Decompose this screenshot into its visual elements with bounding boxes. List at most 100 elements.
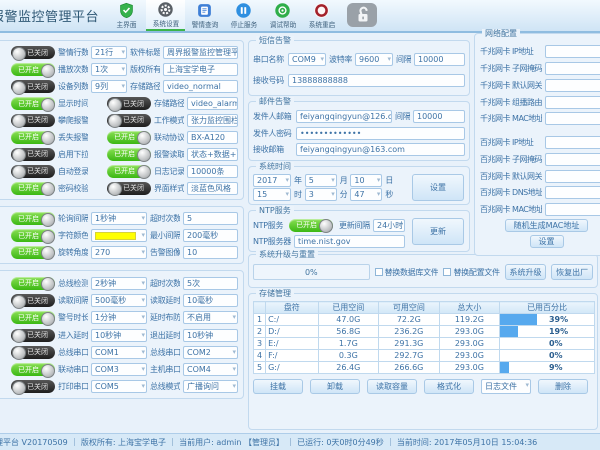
row-enable-toggle[interactable]: 已开启 [11, 311, 55, 324]
toggle-switch[interactable]: 已关闭 [107, 114, 151, 127]
value-combo[interactable]: 1次▾ [91, 63, 127, 76]
row-enable-toggle[interactable]: 已开启 [11, 229, 55, 242]
row-enable-toggle[interactable]: 已关闭 [11, 165, 55, 178]
unlock-icon[interactable] [347, 3, 377, 29]
network-input[interactable] [545, 136, 600, 149]
ntp-update-button[interactable]: 更新 [412, 218, 464, 245]
network-input[interactable] [545, 203, 600, 216]
row-enable-toggle[interactable]: 已关闭 [11, 346, 55, 359]
replace-db-checkbox[interactable]: 替换数据库文件 [375, 267, 439, 278]
read-capacity-button[interactable]: 读取容量 [367, 379, 417, 394]
toggle-switch[interactable]: 已关闭 [107, 97, 151, 110]
factory-reset-button[interactable]: 恢复出厂 [551, 264, 593, 280]
network-set-button[interactable]: 设置 [530, 235, 564, 248]
mount-button[interactable]: 挂载 [253, 379, 303, 394]
network-input[interactable] [545, 96, 600, 109]
value-combo[interactable]: 2秒钟▾ [91, 277, 147, 290]
file-type-combo[interactable]: 日志文件▾ [481, 379, 531, 394]
network-input[interactable] [545, 186, 600, 199]
serial-port-combo[interactable]: COM9▾ [288, 53, 326, 66]
value-input[interactable]: video_alarm [187, 97, 238, 110]
set-time-button[interactable]: 设置 [412, 174, 464, 201]
row-enable-toggle[interactable]: 已开启 [11, 246, 55, 259]
nav-item-5[interactable]: 调试帮助 [263, 0, 302, 31]
random-mac-button[interactable]: 随机生成MAC地址 [505, 219, 589, 232]
value-combo[interactable]: 21行▾ [91, 46, 127, 59]
value-combo[interactable]: COM5▾ [91, 380, 147, 393]
value-input[interactable]: 周界报警监控管理平台 [163, 46, 238, 59]
nav-item-3[interactable]: 警情查询 [185, 0, 224, 31]
sender-pwd-input[interactable]: ••••••••••••• [296, 127, 465, 140]
row-enable-toggle[interactable]: 已关闭 [11, 46, 55, 59]
system-upgrade-button[interactable]: 系统升级 [505, 264, 547, 280]
recv-number-input[interactable]: 13888888888 [288, 74, 465, 87]
value-input[interactable]: 淡蓝色风格 [187, 182, 238, 195]
value-input[interactable]: BX-A120 [187, 131, 238, 144]
value-combo[interactable]: COM3▾ [91, 363, 147, 376]
row-enable-toggle[interactable]: 已开启 [11, 63, 55, 76]
toggle-switch[interactable]: 已开启 [107, 131, 151, 144]
network-input[interactable] [545, 45, 600, 58]
value-combo[interactable]: COM4▾ [183, 363, 238, 376]
value-combo[interactable]: COM2▾ [183, 346, 238, 359]
row-enable-toggle[interactable]: 已开启 [11, 182, 55, 195]
value-input[interactable]: 张力监控围栏 [187, 114, 238, 127]
baud-combo[interactable]: 9600▾ [355, 53, 393, 66]
update-interval-combo[interactable]: 24小时▾ [373, 219, 405, 232]
nav-item-1[interactable]: 主界面 [107, 0, 146, 31]
toggle-switch[interactable]: 已开启 [107, 148, 151, 161]
value-combo[interactable]: 500毫秒▾ [91, 294, 147, 307]
toggle-switch[interactable]: 已开启 [107, 165, 151, 178]
nav-item-2[interactable]: 系统设置 [146, 0, 185, 31]
value-input[interactable]: 10 [183, 246, 238, 259]
hour-combo[interactable]: 15▾ [253, 188, 291, 201]
unmount-button[interactable]: 卸载 [310, 379, 360, 394]
recv-email-input[interactable]: feiyangqingyun@163.com [296, 143, 465, 156]
value-combo[interactable]: 1分钟▾ [91, 311, 147, 324]
row-enable-toggle[interactable]: 已关闭 [11, 148, 55, 161]
ntp-server-input[interactable]: time.nist.gov [294, 235, 405, 248]
replace-config-checkbox[interactable]: 替换配置文件 [443, 267, 499, 278]
row-enable-toggle[interactable]: 已关闭 [11, 380, 55, 393]
value-combo[interactable]: 9列▾ [91, 80, 127, 93]
value-combo[interactable]: 10秒钟▾ [91, 329, 147, 342]
value-combo[interactable]: 不启用▾ [183, 311, 238, 324]
network-input[interactable] [545, 62, 600, 75]
value-input[interactable]: 10秒钟 [183, 329, 238, 342]
sms-interval-input[interactable]: 10000 [414, 53, 465, 66]
network-input[interactable] [545, 153, 600, 166]
month-combo[interactable]: 5▾ [305, 174, 337, 187]
drive-row[interactable]: 3E:/1.7G291.3G293.0G0% [254, 338, 595, 350]
drive-row[interactable]: 5G:/26.4G266.6G293.0G9% [254, 362, 595, 374]
row-enable-toggle[interactable]: 已开启 [11, 97, 55, 110]
drive-row[interactable]: 2D:/56.8G236.2G293.0G19% [254, 326, 595, 338]
value-combo[interactable]: COM1▾ [91, 346, 147, 359]
format-button[interactable]: 格式化 [424, 379, 474, 394]
value-input[interactable]: 10000条 [187, 165, 238, 178]
row-enable-toggle[interactable]: 已开启 [11, 131, 55, 144]
value-combo[interactable]: 270▾ [91, 246, 147, 259]
sender-input[interactable]: feiyangqingyun@126.com [296, 110, 392, 123]
value-input[interactable]: video_normal [163, 80, 238, 93]
second-combo[interactable]: 47▾ [350, 188, 382, 201]
value-input[interactable]: 上海宝学电子 [163, 63, 238, 76]
network-input[interactable] [545, 79, 600, 92]
minute-combo[interactable]: 3▾ [305, 188, 337, 201]
row-enable-toggle[interactable]: 已关闭 [11, 114, 55, 127]
row-enable-toggle[interactable]: 已开启 [11, 212, 55, 225]
drive-row[interactable]: 1C:/47.0G72.2G119.2G39% [254, 314, 595, 326]
email-interval-input[interactable]: 10000 [413, 110, 465, 123]
nav-item-6[interactable]: 系统重启 [302, 0, 341, 31]
drive-row[interactable]: 4F:/0.3G292.7G293.0G0% [254, 350, 595, 362]
day-combo[interactable]: 10▾ [350, 174, 382, 187]
year-combo[interactable]: 2017▾ [253, 174, 291, 187]
value-input[interactable]: 状态+数据+配置 [187, 148, 238, 161]
value-input[interactable]: 10毫秒 [183, 294, 238, 307]
row-enable-toggle[interactable]: 已开启 [11, 277, 55, 290]
toggle-switch[interactable]: 已关闭 [107, 182, 151, 195]
row-enable-toggle[interactable]: 已关闭 [11, 294, 55, 307]
ntp-toggle[interactable]: 已开启 [289, 219, 333, 232]
value-combo[interactable]: 1秒钟▾ [91, 212, 147, 225]
value-input[interactable]: 5次 [183, 277, 238, 290]
row-enable-toggle[interactable]: 已关闭 [11, 80, 55, 93]
